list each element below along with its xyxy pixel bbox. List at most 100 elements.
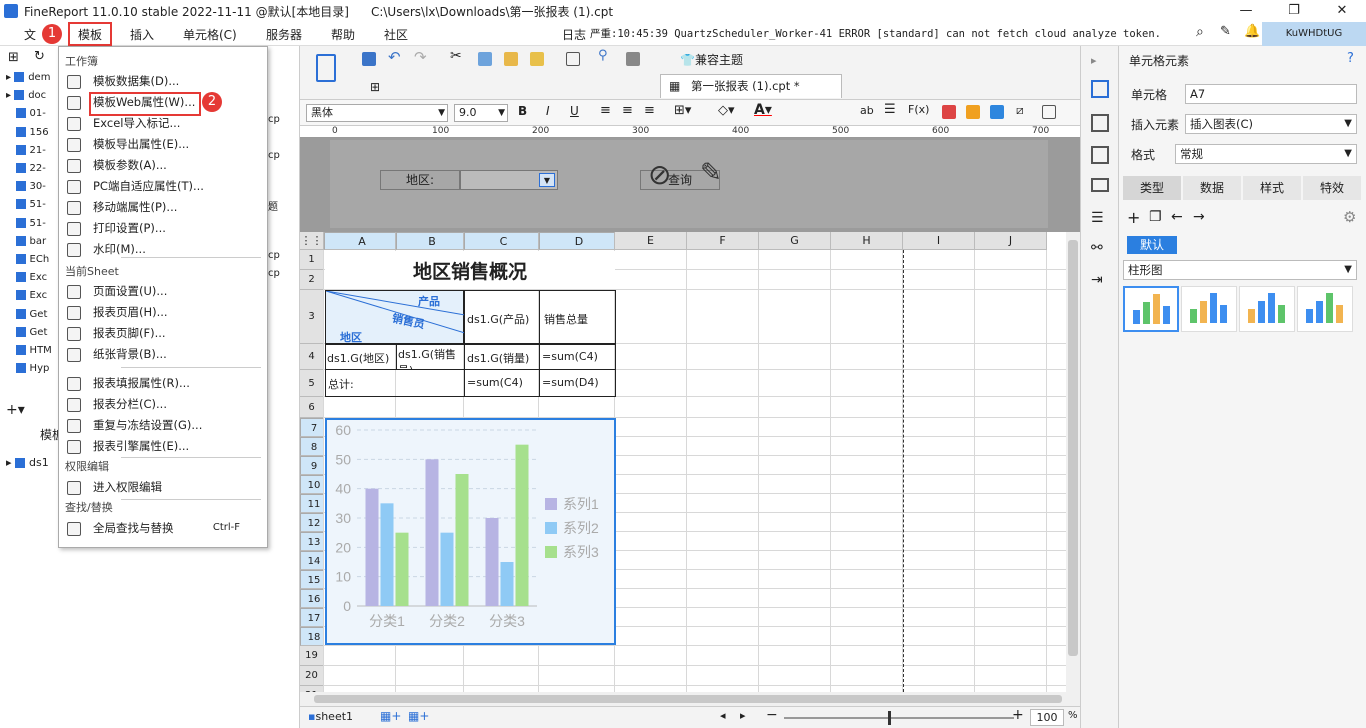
row-header[interactable]: 11 [300,494,324,513]
tree-item[interactable]: Hyp [6,363,49,374]
import-icon[interactable]: ⇥ [1091,272,1103,288]
zoom-in-icon[interactable]: + [1012,707,1024,723]
row-header[interactable]: 5 [300,370,324,397]
sheet-tab[interactable]: ▪sheet1 [308,710,353,723]
chart-bar-icon[interactable] [966,105,980,119]
log-button[interactable]: 日志 [562,26,586,43]
column-header[interactable]: J [975,232,1047,250]
row-header[interactable]: 16 [300,589,324,608]
menu-item-workbook-5[interactable]: PC端自适应属性(T)... [67,176,262,196]
tree-item[interactable]: 51- [6,199,46,210]
row-header[interactable]: 17 [300,608,324,627]
row-header[interactable]: 13 [300,532,324,551]
next-icon[interactable]: ▸ [740,709,746,722]
move-right-icon[interactable]: → [1193,209,1205,225]
tree-item[interactable]: ▸ doc [6,90,46,101]
chart-cell[interactable]: 0 10 20 30 40 50 60 分类1 分类2 分类3 系列1 系列2 系列3 [325,418,616,645]
menu-item-workbook-3[interactable]: 模板导出属性(E)... [67,134,262,154]
tree-item[interactable]: 156 [6,126,49,138]
copy-chart-icon[interactable]: ❐ [1149,209,1162,225]
close-button[interactable]: ✕ [1318,0,1366,22]
tab-type[interactable]: 类型 [1123,176,1181,200]
collapse-right-icon[interactable]: ▸ [1091,54,1097,67]
align-left-icon[interactable]: ≡ [600,103,611,118]
cell-d5[interactable]: =sum(D4) [539,369,616,397]
menu-item-sheet-1[interactable]: 报表页眉(H)... [67,302,262,322]
dropdown-arrow-icon[interactable]: ▼ [539,173,555,187]
tree-item[interactable]: HTM [6,345,52,356]
menu-item-sheet-6[interactable]: 重复与冻结设置(G)... [67,415,262,435]
row-header[interactable]: 15 [300,570,324,589]
menu-item-sheet-7[interactable]: 报表引擎属性(E)... [67,436,262,456]
row-header[interactable]: 20 [300,666,324,686]
align-center-icon[interactable]: ≡ [622,103,633,118]
undo-icon[interactable]: ↶ [388,48,401,66]
italic-button[interactable]: I [546,104,550,118]
tree-item[interactable]: Exc [6,290,47,301]
template-icon[interactable] [316,54,336,82]
slash-icon[interactable]: ⧄ [1016,103,1024,118]
row-header[interactable]: 3 [300,290,324,344]
tree-item[interactable]: 21- [6,144,46,156]
chart-thumb-stacked[interactable] [1181,286,1237,332]
bell-icon[interactable]: 🔔 [1244,24,1260,39]
border-icon[interactable]: ⊞▾ [674,103,691,118]
tree-item[interactable]: 51- [6,217,46,229]
cell-d4[interactable]: =sum(C4) [539,344,616,370]
font-size-select[interactable]: 9.0 ▼ [454,104,508,122]
copy-icon[interactable] [478,52,492,66]
add-icon[interactable]: +▾ [6,402,25,418]
hidden-eye-icon[interactable]: ⊘ [648,158,671,191]
fill-color-icon[interactable]: ◇▾ [718,103,735,118]
prev-icon[interactable]: ◂ [720,709,726,722]
move-left-icon[interactable]: ← [1171,209,1183,225]
tree-item[interactable]: Get [6,326,47,338]
tree-item[interactable]: ECh [6,254,49,265]
vertical-scrollbar[interactable] [1066,232,1080,692]
search-icon[interactable]: ⌕ [1196,24,1204,40]
menu-insert[interactable]: 插入 [130,26,154,43]
report-grid[interactable]: ⋮⋮ ABCDEFGHIJ 1 2 3 4 5 6 7 8 9 10 11 12 13 14 15 16 17 1… [300,232,1066,692]
cell-a5[interactable]: 总计: [325,369,465,397]
list-icon[interactable]: ☰ [1091,210,1104,226]
filter-icon[interactable]: ⚲ [598,48,608,63]
save-icon[interactable] [362,52,376,66]
tree-item[interactable]: 22- [6,163,46,174]
add-poly-sheet-icon[interactable]: ▦+ [408,709,429,723]
dataset-item[interactable]: ▸ ds1 [6,456,49,469]
column-header[interactable]: C [464,232,539,250]
menu-help[interactable]: 帮助 [331,26,355,43]
column-header[interactable]: A [324,232,396,250]
tab-template-file[interactable]: ▦ 第一张报表 (1).cpt * [660,74,842,98]
menu-item-sheet-0[interactable]: 页面设置(U)... [67,281,262,301]
condition-icon[interactable] [1091,178,1109,192]
menu-item-workbook-2[interactable]: Excel导入标记... [67,113,262,133]
menu-item-sheet-3[interactable]: 纸张背景(B)... [67,344,262,364]
column-header[interactable]: B [396,232,464,250]
widget-icon[interactable] [1091,146,1109,164]
tree-item[interactable]: 01- [6,108,46,119]
corner-cell[interactable]: ⋮⋮ [300,232,324,250]
tree-item[interactable]: ▸ dem [6,72,50,83]
insert-text-button[interactable]: ab [860,104,874,117]
column-header[interactable]: E [615,232,687,250]
mobile-icon[interactable] [626,52,640,66]
tree-item[interactable]: 30- [6,181,46,192]
tree-item[interactable]: bar [6,235,46,247]
row-header[interactable]: 7 [300,418,324,437]
font-color-icon[interactable]: A▾ [754,102,772,118]
chart-thumb-stacked-3d[interactable] [1297,286,1353,332]
menu-cell[interactable]: 单元格(C) [183,26,237,43]
insert-element-select[interactable]: 插入图表(C) ▼ [1185,114,1357,134]
horizontal-scrollbar[interactable] [300,692,1080,706]
maximize-button[interactable]: ❐ [1270,0,1318,22]
column-header[interactable]: I [903,232,975,250]
menu-item-workbook-6[interactable]: 移动端属性(P)... [67,197,262,217]
row-header[interactable]: 19 [300,646,324,666]
vertical-scroll-thumb[interactable] [1068,240,1078,656]
row-header[interactable]: 12 [300,513,324,532]
link-icon[interactable]: ⚯ [1091,240,1103,256]
pencil-icon[interactable]: ✎ [700,158,722,188]
compat-theme-button[interactable]: 👕兼容主题 [680,51,743,68]
row-header[interactable]: 8 [300,437,324,456]
